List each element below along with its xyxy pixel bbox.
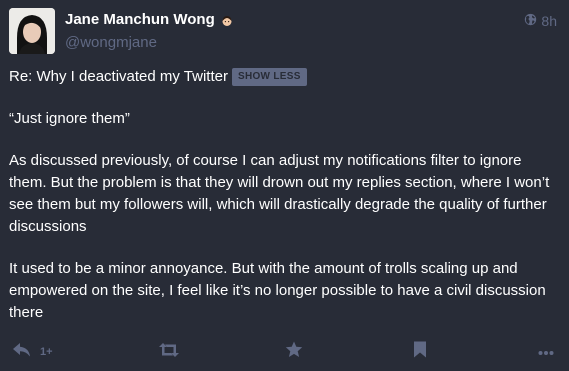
reply-button[interactable]: 1+ <box>12 340 53 364</box>
face-emoji-icon <box>221 14 233 26</box>
content-paragraph: It used to be a minor annoyance. But wit… <box>9 260 546 321</box>
boost-icon <box>158 342 180 363</box>
display-name[interactable]: Jane Manchun Wong <box>65 11 233 29</box>
star-icon <box>285 341 303 363</box>
content-paragraph: As discussed previously, of course I can… <box>9 152 550 235</box>
reply-count: 1+ <box>40 346 53 358</box>
content-paragraph: “Just ignore them” <box>9 110 130 127</box>
relative-time: 8h <box>541 13 557 29</box>
action-bar: 1+ <box>0 340 569 364</box>
globe-icon <box>524 13 537 29</box>
avatar[interactable] <box>9 8 55 54</box>
bookmark-icon <box>413 341 427 363</box>
favourite-button[interactable] <box>285 340 303 364</box>
content-warning-text: Re: Why I deactivated my Twitter <box>9 68 228 85</box>
reply-icon <box>12 342 32 363</box>
account-handle[interactable]: @wongmjane <box>65 34 157 52</box>
show-less-button[interactable]: SHOW LESS <box>231 68 307 86</box>
more-icon <box>538 343 554 361</box>
more-button[interactable] <box>538 340 554 364</box>
bookmark-button[interactable] <box>413 340 427 364</box>
display-name-text: Jane Manchun Wong <box>65 11 215 28</box>
content-warning: Re: Why I deactivated my Twitter SHOW LE… <box>9 67 307 87</box>
status-card[interactable]: Jane Manchun Wong @wongmjane 8h Re: Why … <box>0 0 569 371</box>
status-timestamp[interactable]: 8h <box>524 13 557 29</box>
status-content: “Just ignore them” As discussed previous… <box>9 108 561 344</box>
boost-button[interactable] <box>158 340 180 364</box>
